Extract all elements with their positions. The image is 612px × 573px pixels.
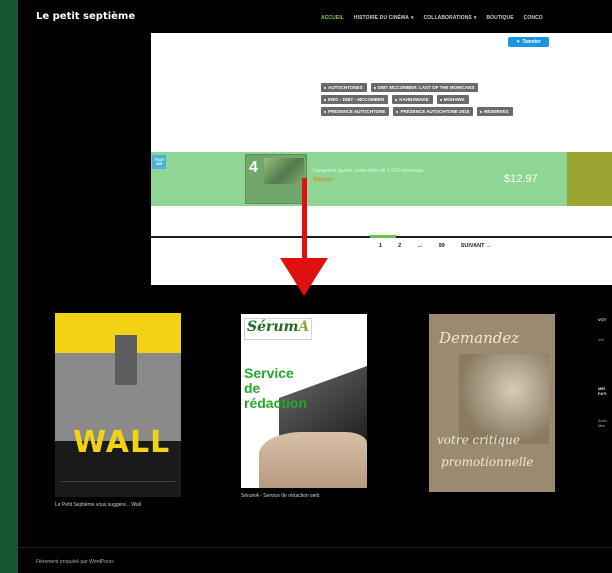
sidebar-text: Avec Mar [598,418,607,428]
poster-line: votre critique [437,433,520,447]
poster-caption[interactable]: Le Petit Septième vous suggère... Wall [55,502,141,508]
main-nav: ACCUEIL HISTOIRE DU CINÉMA ▾ COLLABORATIO… [321,15,543,21]
puzzle-image [264,158,304,184]
nav-item-boutique[interactable]: BOUTIQUE [486,15,513,21]
sidebar-title: VOT [598,317,607,322]
footer-credit[interactable]: Fièrement propulsé par WordPress [36,559,114,565]
article-card: ✦ Tweeter AUTOCHTONES DIBT MCCOMBER: LAS… [151,33,612,285]
poster-line: Service [244,365,294,381]
poster-image [459,354,549,444]
tag-dot-icon [324,110,326,113]
ad-product-image: 4 [245,154,307,204]
ad-banner[interactable]: TECH AIR 4 Comprend quatre casse-têtes d… [151,152,612,206]
serum-logo: SérumA [244,318,312,340]
bird-icon: ✦ [516,39,521,45]
tag-dot-icon [480,110,483,113]
ad-badge: TECH AIR [152,155,166,169]
poster-line: de [244,380,261,396]
hands-image [259,432,367,488]
nav-label: BOUTIQUE [486,15,514,21]
nav-item-collaborations[interactable]: COLLABORATIONS ▾ [424,15,477,21]
caret-down-icon: ▾ [410,15,414,21]
site-title[interactable]: Le petit septième [36,11,135,22]
ad-side-panel [567,152,612,206]
divider-accent [370,235,396,238]
tag-row: PRÉSENCE AUTOCHTONE PRÉSENCE AUTOCHTONE … [321,107,591,116]
page-link-1[interactable]: 1 [379,243,382,249]
tag-link[interactable]: DIBT MCCOMBER: LAST OF THE MOHICANS [370,83,479,92]
poster-title: WALL [73,425,171,460]
tag-label: MOHAWK [443,97,465,102]
tag-label: ERIC - DIBT - MCCOMBER [328,97,385,102]
ad-price: $12.97 [504,173,538,185]
page-ellipsis: … [417,243,423,249]
tag-link[interactable]: MOHAWK [436,95,469,104]
tag-link[interactable]: AUTOCHTONES [321,83,367,92]
poster-critique[interactable]: Demandez votre critique promotionnelle [429,314,555,492]
tweet-button[interactable]: ✦ Tweeter [508,37,549,47]
poster-line: promotionnelle [441,455,534,469]
tag-link[interactable]: PRÉSENCE AUTOCHTONE 2018 [393,107,474,116]
poster-caption[interactable]: SérumA - Service de rédaction web [241,493,319,499]
tag-link[interactable]: KAHNAWAKE [392,95,433,104]
page-link-99[interactable]: 99 [439,243,445,249]
caret-down-icon: ▾ [473,15,477,21]
pagination: 1 2 … 99 SUIVANT → [379,243,492,249]
tag-link[interactable]: PRÉSENCE AUTOCHTONE [321,107,390,116]
footer-divider [18,547,612,548]
nav-label: HISTOIRE DU CINÉMA [353,15,409,21]
tag-link[interactable]: RÉSERVES [477,107,513,116]
tag-list: AUTOCHTONES DIBT MCCOMBER: LAST OF THE M… [321,83,591,119]
ad-brand: Walmart [313,177,333,183]
tag-dot-icon [439,98,442,101]
nav-item-histoire[interactable]: HISTOIRE DU CINÉMA ▾ [354,15,414,21]
poster-text: Service de rédaction [244,366,307,411]
page-link-2[interactable]: 2 [398,243,401,249]
nav-item-accueil[interactable]: ACCUEIL [321,15,344,21]
tweet-label: Tweeter [522,39,541,45]
arrow-head-icon [280,258,328,296]
tag-dot-icon [324,98,326,101]
tag-label: RÉSERVES [484,109,509,114]
poster-line: rédaction [244,395,308,411]
tag-link[interactable]: ERIC - DIBT - MCCOMBER [321,95,389,104]
tag-label: PRÉSENCE AUTOCHTONE [328,109,386,114]
nav-label: COLLABORATIONS [423,15,472,21]
next-page-link[interactable]: SUIVANT → [461,243,492,249]
poster-line: Demandez [439,329,520,347]
poster-credits [61,481,175,489]
arrow-down-icon [302,178,307,262]
sidebar-title: MÉI PATI [598,386,607,396]
logo-text: Sérum [247,319,299,335]
logo-accent: A [298,319,310,335]
tag-label: KAHNAWAKE [399,97,429,102]
tag-row: ERIC - DIBT - MCCOMBER KAHNAWAKE MOHAWK [321,95,591,104]
nav-item-concours[interactable]: CONCO [524,15,543,21]
tag-dot-icon [395,98,398,101]
tag-dot-icon [373,86,376,89]
sidebar-text: Vot [598,337,604,342]
tag-label: PRÉSENCE AUTOCHTONE 2018 [400,109,470,114]
nav-label: ACCUEIL [321,15,344,21]
puzzle-number: 4 [249,159,258,176]
poster-wall[interactable]: WALL [55,313,181,497]
tag-label: DIBT MCCOMBER: LAST OF THE MOHICANS [377,85,475,90]
poster-serum[interactable]: SérumA Service de rédaction [241,314,367,488]
page: Le petit septième ACCUEIL HISTOIRE DU CI… [18,0,612,573]
tag-row: AUTOCHTONES DIBT MCCOMBER: LAST OF THE M… [321,83,591,92]
tag-dot-icon [396,110,399,113]
tag-dot-icon [324,86,326,89]
tag-label: AUTOCHTONES [328,85,363,90]
ad-description: Comprend quatre casse-têtes de 1 000 mor… [313,168,424,174]
watchtower-image [115,335,137,385]
nav-label: CONCO [523,15,543,21]
